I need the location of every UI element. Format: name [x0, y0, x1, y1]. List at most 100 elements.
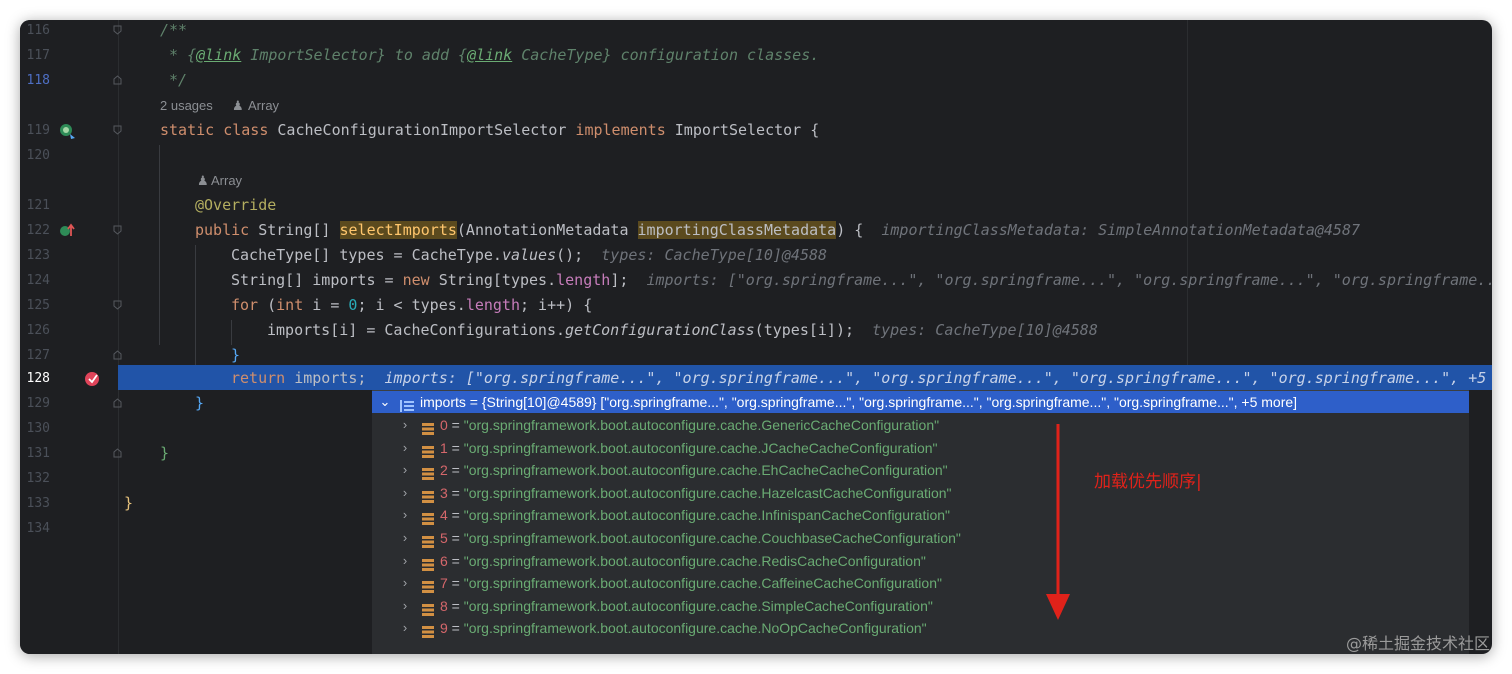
chevron-right-icon[interactable]: › — [398, 527, 412, 549]
inline-debug-value[interactable]: imports: ["org.springframe...", "org.spr… — [646, 271, 1492, 289]
keyword: return — [231, 369, 286, 387]
fold-icon[interactable] — [113, 300, 122, 310]
chevron-right-icon[interactable]: › — [398, 437, 412, 459]
item-equals: = — [447, 552, 464, 569]
implementing-class-icon[interactable] — [58, 122, 76, 140]
code-line[interactable]: 121 @Override — [20, 193, 1492, 218]
line-number: 120 — [26, 148, 50, 163]
field-icon — [422, 577, 434, 594]
chevron-right-icon[interactable]: › — [398, 617, 412, 639]
author-icon: ♟ — [232, 98, 244, 113]
inline-debug-value[interactable]: types: CacheType[10]@4588 — [872, 321, 1098, 339]
code-line[interactable]: 122 public String[] selectImports(Annota… — [20, 218, 1492, 243]
chevron-right-icon[interactable]: › — [398, 504, 412, 526]
code-line[interactable]: 120 — [20, 143, 1492, 168]
author-name[interactable]: Array — [248, 93, 279, 118]
override-method-icon[interactable] — [58, 222, 76, 240]
debug-tree-item[interactable]: › 7 = "org.springframework.boot.autoconfi… — [372, 572, 1469, 594]
item-index: 3 — [440, 484, 448, 501]
chevron-right-icon[interactable]: › — [398, 414, 412, 436]
debug-tree-item[interactable]: › 1 = "org.springframework.boot.autoconfi… — [372, 437, 1469, 459]
chevron-right-icon[interactable]: › — [398, 595, 412, 617]
debug-tree-item[interactable]: › 2 = "org.springframework.boot.autoconfi… — [372, 459, 1469, 481]
code-fragment: ; i++) { — [520, 296, 593, 314]
keyword: implements — [575, 121, 666, 139]
breakpoint-icon[interactable] — [84, 370, 102, 388]
inline-debug-value[interactable]: imports: ["org.springframe...", "org.spr… — [385, 369, 1492, 387]
chevron-right-icon[interactable]: › — [398, 572, 412, 594]
array-icon — [400, 396, 414, 412]
debug-item-text: 1 = "org.springframework.boot.autoconfig… — [440, 437, 938, 459]
item-value: "org.springframework.boot.autoconfigure.… — [463, 462, 948, 479]
code-line[interactable]: 118 */ — [20, 68, 1492, 93]
item-value: "org.springframework.boot.autoconfigure.… — [463, 575, 942, 592]
item-index: 9 — [440, 620, 448, 637]
code-line[interactable]: 124 String[] imports = new String[types.… — [20, 268, 1492, 293]
code-line[interactable]: 116 /** — [20, 20, 1492, 43]
field-icon — [422, 419, 434, 435]
code-text: for (int i = 0; i < types.length; i++) { — [231, 293, 592, 318]
debug-tree-item[interactable]: › 4 = "org.springframework.boot.autoconfi… — [372, 504, 1469, 526]
code-line[interactable]: 117 * {@link ImportSelector} to add {@li… — [20, 43, 1492, 68]
line-number: 127 — [26, 348, 50, 363]
code-text: String[] imports = new String[types.leng… — [231, 268, 1492, 293]
code-text: } — [195, 394, 205, 412]
fold-icon[interactable] — [113, 448, 122, 458]
code-line[interactable]: 128 return imports; imports: ["org.sprin… — [20, 366, 1492, 391]
method-call: values — [501, 246, 557, 264]
code-vision-line: ♟ Array — [20, 168, 1492, 193]
debug-item-text: 7 = "org.springframework.boot.autoconfig… — [440, 572, 942, 594]
code-text: * {@link ImportSelector} to add {@link C… — [160, 43, 819, 68]
fold-icon[interactable] — [113, 125, 122, 135]
item-value: "org.springframework.boot.autoconfigure.… — [463, 484, 952, 501]
interface-name: ImportSelector { — [665, 121, 820, 139]
inline-debug-value[interactable]: importingClassMetadata: SimpleAnnotation… — [881, 221, 1360, 239]
params-end: ) { — [836, 221, 864, 239]
chevron-right-icon[interactable]: › — [398, 482, 412, 504]
code-fragment: imports; — [285, 369, 367, 387]
debug-tree-item[interactable]: › 9 = "org.springframework.boot.autoconfi… — [372, 617, 1469, 639]
item-index: 0 — [440, 417, 448, 433]
chevron-right-icon[interactable]: › — [398, 550, 412, 572]
code-line[interactable]: 126 imports[i] = CacheConfigurations.get… — [20, 318, 1492, 343]
item-equals: = — [447, 417, 464, 433]
fold-icon[interactable] — [113, 350, 122, 360]
line-number: 116 — [26, 23, 50, 38]
popup-header-text: imports = {String[10]@4589} ["org.spring… — [420, 394, 1298, 410]
fold-icon[interactable] — [113, 398, 122, 408]
debug-tree-item[interactable]: › 8 = "org.springframework.boot.autoconfi… — [372, 595, 1469, 617]
fold-icon[interactable] — [113, 225, 122, 235]
javadoc-link-tag[interactable]: @link — [196, 46, 241, 64]
javadoc-link-tag[interactable]: @link — [467, 46, 512, 64]
javadoc-text: { — [458, 46, 468, 64]
code-editor[interactable]: 116 /** 117 * {@link ImportSelector} to … — [20, 20, 1492, 654]
item-value: "org.springframework.boot.autoconfigure.… — [463, 417, 940, 433]
author-name[interactable]: Array — [211, 168, 242, 193]
field-icon — [422, 532, 434, 548]
code-line[interactable]: 125 for (int i = 0; i < types.length; i+… — [20, 293, 1492, 318]
field-icon — [422, 600, 434, 616]
code-line[interactable]: 123 CacheType[] types = CacheType.values… — [20, 243, 1492, 268]
debug-value-popup[interactable]: ⌄ imports = {String[10]@4589} ["org.spri… — [372, 390, 1469, 654]
method-name: selectImports — [339, 221, 457, 239]
debug-tree-item[interactable]: › 3 = "org.springframework.boot.autoconfi… — [372, 482, 1469, 504]
line-number: 118 — [26, 73, 50, 88]
method-call: getConfigurationClass — [565, 321, 755, 339]
line-number: 121 — [26, 198, 50, 213]
debug-tree-item[interactable]: › 5 = "org.springframework.boot.autoconfi… — [372, 527, 1469, 549]
red-arrow-down-icon — [1046, 424, 1070, 620]
code-line[interactable]: 119 static class CacheConfigurationImpor… — [20, 118, 1492, 143]
debug-tree-item[interactable]: › 0 = "org.springframework.boot.autoconfi… — [372, 414, 1469, 436]
chevron-down-icon[interactable]: ⌄ — [378, 391, 392, 413]
fold-icon[interactable] — [113, 25, 122, 35]
inline-debug-value[interactable]: types: CacheType[10]@4588 — [601, 246, 827, 264]
usages-link[interactable]: 2 usages — [160, 93, 213, 118]
fold-icon[interactable] — [113, 75, 122, 85]
keyword: static class — [160, 121, 269, 139]
code-text: } — [160, 444, 170, 462]
debug-tree-item[interactable]: › 6 = "org.springframework.boot.autoconfi… — [372, 550, 1469, 572]
chevron-right-icon[interactable]: › — [398, 459, 412, 481]
annotation-text: 加载优先顺序 — [1094, 472, 1196, 492]
item-value: "org.springframework.boot.autoconfigure.… — [463, 439, 938, 456]
popup-header-row[interactable]: ⌄ imports = {String[10]@4589} ["org.spri… — [372, 391, 1469, 413]
